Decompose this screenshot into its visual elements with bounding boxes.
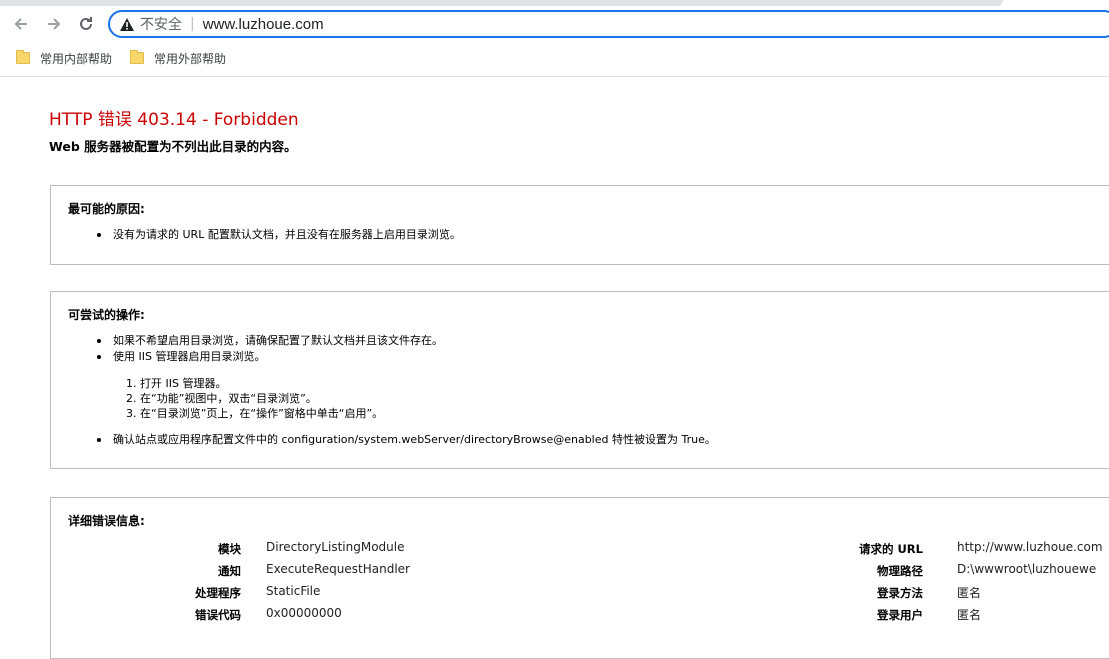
detail-label: 物理路径 [877, 564, 923, 578]
actions-panel: 可尝试的操作: 如果不希望启用目录浏览，请确保配置了默认文档并且该文件存在。 使… [50, 291, 1109, 469]
list-item: 确认站点或应用程序配置文件中的 configuration/system.web… [95, 432, 716, 448]
detail-value: D:\wwwroot\luzhouewe [957, 562, 1097, 576]
list-item: 如果不希望启用目录浏览，请确保配置了默认文档并且该文件存在。 [95, 333, 716, 349]
detail-label: 登录用户 [877, 608, 923, 622]
cause-heading: 最可能的原因: [68, 202, 145, 216]
steps-list: 1. 打开 IIS 管理器。 2. 在“功能”视图中，双击“目录浏览”。 3. … [126, 376, 716, 421]
detail-value: ExecuteRequestHandler [266, 562, 410, 576]
folder-icon [16, 50, 30, 64]
detail-label: 请求的 URL [858, 542, 923, 556]
actions-list: 如果不希望启用目录浏览，请确保配置了默认文档并且该文件存在。 使用 IIS 管理… [95, 333, 716, 448]
details-heading: 详细错误信息: [68, 514, 145, 528]
arrow-right-icon [48, 18, 61, 30]
forward-button[interactable] [43, 13, 65, 35]
list-item: 使用 IIS 管理器启用目录浏览。 1. 打开 IIS 管理器。 2. 在“功能… [95, 349, 716, 421]
detail-label: 模块 [218, 542, 241, 556]
detail-value: 匿名 [957, 586, 982, 600]
reload-icon [80, 17, 92, 30]
step-item: 2. 在“功能”视图中，双击“目录浏览”。 [126, 392, 317, 405]
address-bar[interactable]: 不安全 | www.luzhoue.com [108, 10, 1109, 38]
cause-list: 没有为请求的 URL 配置默认文档，并且没有在服务器上启用目录浏览。 [95, 227, 461, 243]
browser-toolbar: 不安全 | www.luzhoue.com 常用内部帮助 常用外部帮助 [0, 0, 1109, 77]
bookmark-label: 常用外部帮助 [154, 51, 227, 66]
detail-value: 匿名 [957, 608, 982, 622]
warning-icon[interactable] [120, 17, 134, 31]
page-subtitle: Web 服务器被配置为不列出此目录的内容。 [49, 139, 297, 154]
detail-label: 错误代码 [195, 608, 241, 622]
list-item: 没有为请求的 URL 配置默认文档，并且没有在服务器上启用目录浏览。 [95, 227, 461, 243]
page-title: HTTP 错误 403.14 - Forbidden [49, 110, 299, 130]
detail-value: DirectoryListingModule [266, 540, 405, 554]
security-label[interactable]: 不安全 [140, 14, 182, 34]
detail-label: 通知 [218, 564, 241, 578]
step-item: 1. 打开 IIS 管理器。 [126, 377, 227, 390]
bookmark-folder-external[interactable]: 常用外部帮助 [130, 50, 226, 67]
folder-icon [130, 50, 145, 64]
actions-heading: 可尝试的操作: [68, 308, 145, 322]
cause-panel: 最可能的原因: 没有为请求的 URL 配置默认文档，并且没有在服务器上启用目录浏… [50, 185, 1109, 265]
omnibox-divider: | [190, 16, 195, 32]
list-item-text: 使用 IIS 管理器启用目录浏览。 [113, 350, 266, 363]
detail-value: http://www.luzhoue.com [957, 540, 1103, 554]
step-item: 3. 在“目录浏览”页上，在“操作”窗格中单击“启用”。 [126, 407, 384, 420]
bookmark-label: 常用内部帮助 [40, 51, 113, 66]
detail-label: 处理程序 [195, 586, 241, 600]
detail-value: StaticFile [266, 584, 321, 598]
tab-strip [0, 0, 1003, 6]
detail-label: 登录方法 [877, 586, 923, 600]
details-panel: 详细错误信息: 模块 DirectoryListingModule 通知 Exe… [50, 497, 1109, 659]
bookmarks-bar: 常用内部帮助 常用外部帮助 [0, 46, 244, 70]
detail-value: 0x00000000 [266, 606, 342, 620]
arrow-left-icon [14, 18, 27, 30]
url-text[interactable]: www.luzhoue.com [203, 16, 324, 33]
back-button[interactable] [10, 13, 32, 35]
reload-button[interactable] [75, 13, 97, 35]
bookmark-folder-internal[interactable]: 常用内部帮助 [16, 50, 112, 67]
